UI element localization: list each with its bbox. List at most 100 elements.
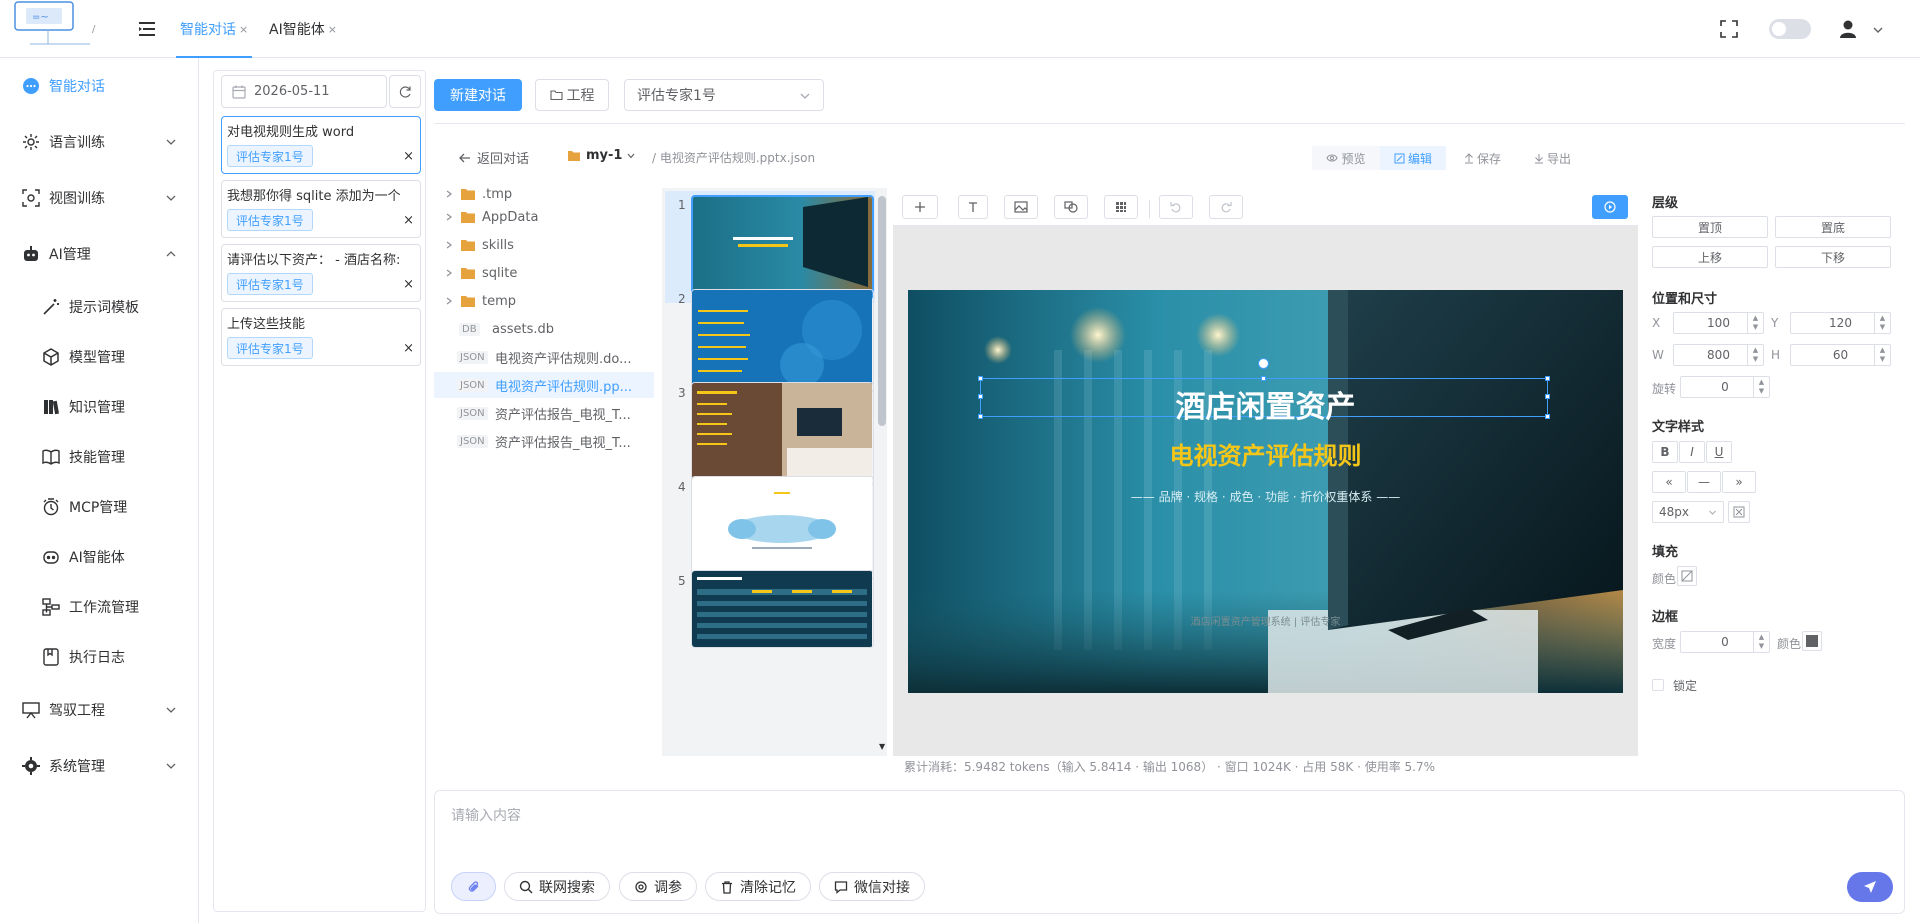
tree-folder[interactable]: AppData — [434, 204, 654, 230]
stepper-icon[interactable]: ▲ ▼ — [1753, 632, 1769, 652]
height-input[interactable]: 60 ▲ ▼ — [1790, 344, 1891, 366]
tree-folder[interactable]: temp — [434, 288, 654, 314]
conversation-item[interactable]: 对电视规则生成 word 评估专家1号 × — [221, 116, 421, 174]
undo-button[interactable] — [1159, 195, 1193, 219]
sidebar-item-ai-management[interactable]: AI管理 — [0, 234, 199, 274]
project-dropdown[interactable]: my-1 — [567, 148, 636, 163]
y-input[interactable]: 120 ▲ ▼ — [1790, 312, 1891, 334]
stepper-icon[interactable]: ▲ ▼ — [1747, 313, 1763, 333]
app-logo[interactable]: =~ / — [10, 0, 100, 50]
slide-thumbnail[interactable] — [691, 289, 874, 393]
new-chat-button[interactable]: 新建对话 — [434, 79, 522, 111]
scroll-down-icon[interactable]: ▼ — [879, 742, 885, 751]
sidebar-item-knowledge-management[interactable]: 知识管理 — [0, 387, 199, 427]
tree-file-selected[interactable]: JSON 电视资产评估规则.pp... — [434, 372, 654, 398]
conversation-item[interactable]: 上传这些技能 评估专家1号 × — [221, 308, 421, 366]
project-button[interactable]: 工程 — [535, 79, 609, 111]
attach-button[interactable] — [451, 872, 496, 901]
tune-params-button[interactable]: 调参 — [619, 872, 697, 901]
sidebar-item-skill-management[interactable]: 技能管理 — [0, 437, 199, 477]
slide-footer[interactable]: 酒店闲置资产管理系统 | 评估专家 — [908, 613, 1623, 628]
back-to-chat-button[interactable]: 返回对话 — [459, 148, 529, 167]
redo-button[interactable] — [1209, 195, 1243, 219]
font-size-select[interactable]: 48px — [1652, 501, 1724, 523]
stepper-icon[interactable]: ▲ ▼ — [1753, 377, 1769, 397]
tree-folder[interactable]: sqlite — [434, 260, 654, 286]
close-icon[interactable]: × — [403, 149, 414, 164]
align-center-button[interactable]: — — [1687, 471, 1721, 493]
resize-handle[interactable] — [978, 376, 983, 381]
tab-close-icon[interactable]: × — [239, 23, 248, 36]
sidebar-item-vision-training[interactable]: 视图训练 — [0, 178, 199, 218]
sidebar-item-ai-agent[interactable]: AI智能体 — [0, 537, 199, 577]
slide-thumbnail[interactable] — [691, 570, 874, 648]
refresh-button[interactable] — [389, 75, 421, 108]
sidebar-item-language-training[interactable]: 语言训练 — [0, 122, 199, 162]
chevron-down-icon[interactable] — [1872, 24, 1884, 36]
underline-button[interactable]: U — [1706, 441, 1732, 463]
sidebar-item-smart-chat[interactable]: 智能对话 — [0, 66, 199, 106]
agent-select[interactable]: 评估专家1号 — [624, 79, 824, 111]
stepper-icon[interactable]: ▲ ▼ — [1747, 345, 1763, 365]
save-button[interactable]: 保存 — [1464, 146, 1501, 170]
close-icon[interactable]: × — [403, 277, 414, 292]
theme-toggle[interactable] — [1769, 19, 1811, 39]
slide-preview[interactable]: 酒店闲置资产 电视资产评估规则 —— 品牌 · 规格 · 成色 · 功能 · 折… — [908, 290, 1623, 693]
add-element-button[interactable] — [902, 195, 938, 219]
rotate-handle[interactable] — [1258, 358, 1269, 369]
sidebar-item-execution-log[interactable]: 执行日志 — [0, 637, 199, 677]
play-button[interactable] — [1592, 195, 1628, 219]
preview-button[interactable]: 预览 — [1312, 146, 1380, 170]
move-up-button[interactable]: 上移 — [1652, 246, 1768, 268]
border-width-input[interactable]: 0 ▲ ▼ — [1680, 631, 1770, 653]
stepper-icon[interactable]: ▲ ▼ — [1874, 313, 1890, 333]
tree-folder[interactable]: skills — [434, 232, 654, 258]
tree-file[interactable]: DB assets.db — [434, 316, 654, 342]
bold-button[interactable]: B — [1652, 441, 1678, 463]
lock-checkbox[interactable] — [1652, 679, 1664, 691]
tree-file[interactable]: JSON 资产评估报告_电视_T... — [434, 428, 654, 454]
fullscreen-icon[interactable] — [1720, 20, 1738, 38]
slide-subtitle[interactable]: 电视资产评估规则 — [908, 436, 1623, 471]
sidebar-item-mcp-management[interactable]: MCP管理 — [0, 487, 199, 527]
tab-close-icon[interactable]: × — [328, 23, 337, 36]
bring-to-front-button[interactable]: 置顶 — [1652, 216, 1768, 238]
tree-file[interactable]: JSON 资产评估报告_电视_T... — [434, 400, 654, 426]
slide-thumbnail[interactable] — [691, 476, 874, 580]
move-down-button[interactable]: 下移 — [1775, 246, 1891, 268]
send-button[interactable] — [1847, 872, 1893, 902]
slide-thumbnail[interactable] — [691, 195, 874, 299]
align-right-button[interactable]: » — [1722, 471, 1756, 493]
tree-file[interactable]: JSON 电视资产评估规则.do... — [434, 344, 654, 370]
width-input[interactable]: 800 ▲ ▼ — [1673, 344, 1764, 366]
conversation-item[interactable]: 我想那你得 sqlite 添加为一个 评估专家1号 × — [221, 180, 421, 238]
text-tool-button[interactable] — [958, 195, 988, 219]
message-placeholder[interactable]: 请输入内容 — [451, 805, 521, 825]
edit-button[interactable]: 编辑 — [1380, 146, 1446, 170]
stepper-icon[interactable]: ▲ ▼ — [1874, 345, 1890, 365]
user-avatar-icon[interactable] — [1838, 19, 1858, 39]
close-icon[interactable]: × — [403, 341, 414, 356]
web-search-button[interactable]: 联网搜索 — [504, 872, 610, 901]
wechat-connect-button[interactable]: 微信对接 — [819, 872, 925, 901]
rotation-input[interactable]: 0 ▲ ▼ — [1680, 376, 1770, 398]
close-icon[interactable]: × — [403, 213, 414, 228]
resize-handle[interactable] — [1545, 376, 1550, 381]
sidebar-item-harness-engineering[interactable]: 驾驭工程 — [0, 690, 199, 730]
align-left-button[interactable]: « — [1652, 471, 1686, 493]
slide-title[interactable]: 酒店闲置资产 — [908, 382, 1623, 426]
tab-ai-agent[interactable]: AI智能体 × — [265, 0, 341, 58]
slide-tagline[interactable]: —— 品牌 · 规格 · 成色 · 功能 · 折价权重体系 —— — [908, 488, 1623, 505]
italic-button[interactable]: I — [1679, 441, 1705, 463]
image-tool-button[interactable] — [1004, 195, 1038, 219]
conversation-item[interactable]: 请评估以下资产： - 酒店名称: 评估专家1号 × — [221, 244, 421, 302]
fill-color-picker[interactable] — [1677, 566, 1697, 586]
sidebar-item-workflow-management[interactable]: 工作流管理 — [0, 587, 199, 627]
x-input[interactable]: 100 ▲ ▼ — [1673, 312, 1764, 334]
shape-tool-button[interactable] — [1054, 195, 1088, 219]
tab-smart-chat[interactable]: 智能对话 × — [176, 0, 253, 58]
sidebar-item-system-management[interactable]: 系统管理 — [0, 746, 199, 786]
send-to-back-button[interactable]: 置底 — [1775, 216, 1891, 238]
sidebar-item-prompt-templates[interactable]: 提示词模板 — [0, 287, 199, 327]
menu-toggle-icon[interactable] — [137, 19, 157, 39]
